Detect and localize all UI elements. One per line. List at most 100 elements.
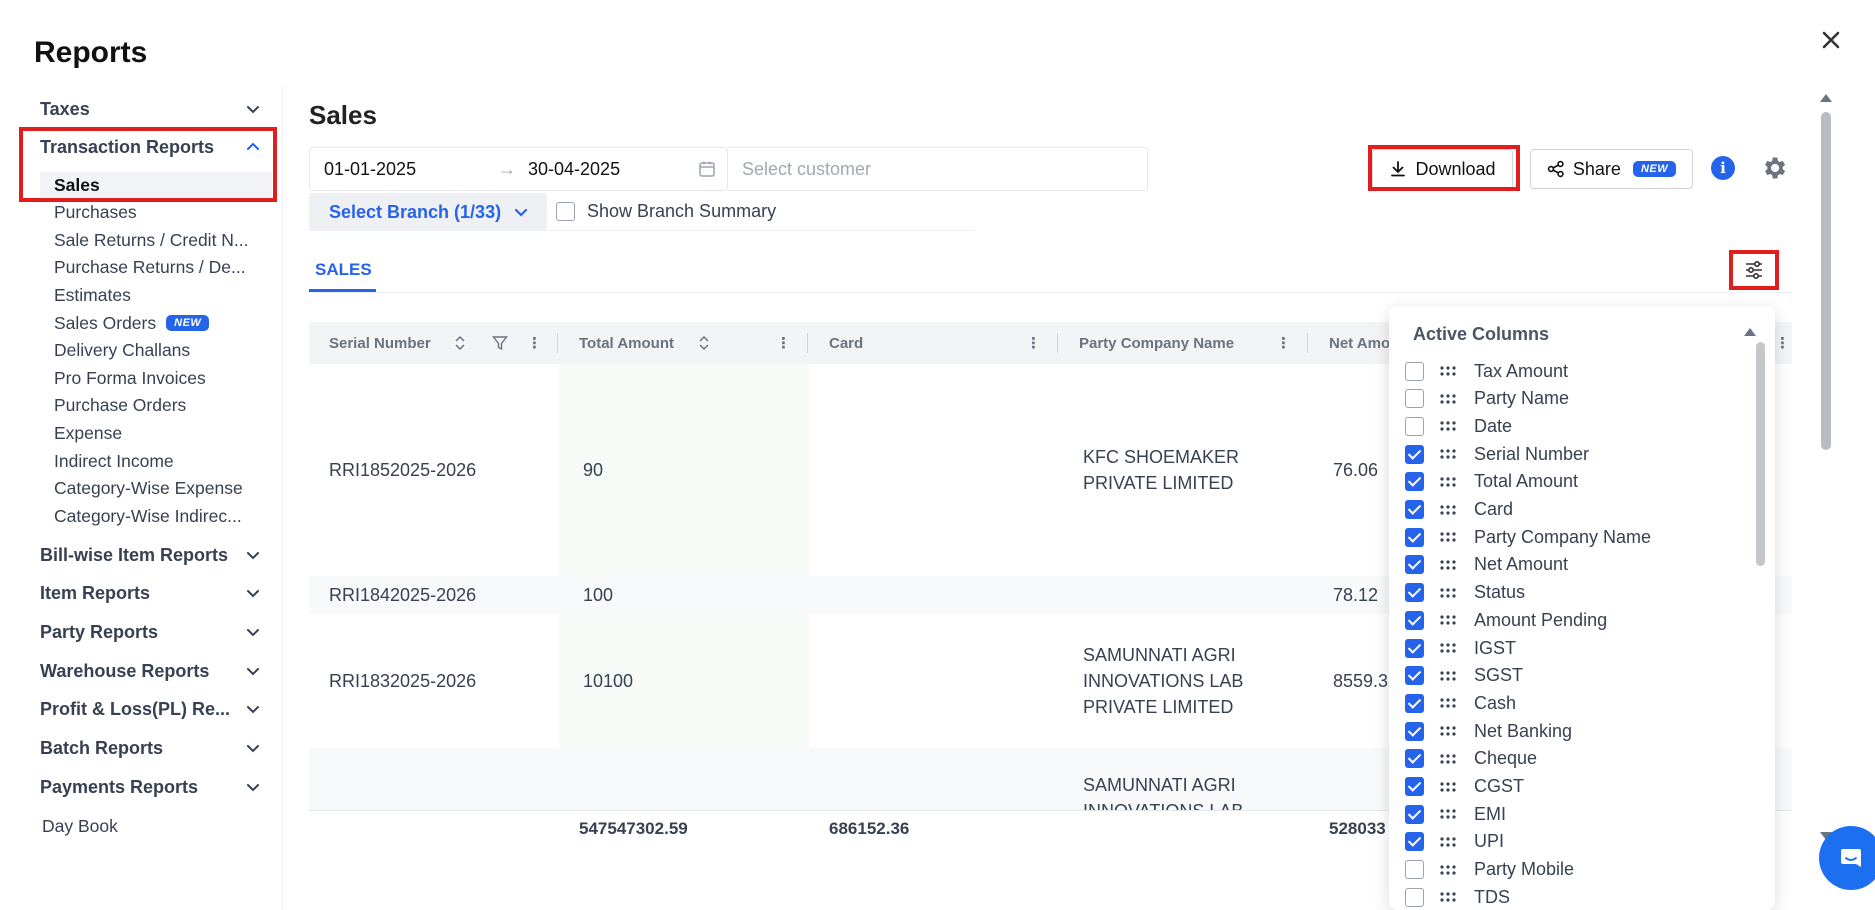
info-icon[interactable]: i	[1711, 156, 1735, 180]
column-checkbox[interactable]	[1405, 610, 1424, 630]
column-option-amount-pending[interactable]: Amount Pending	[1405, 607, 1607, 633]
panel-scrollbar[interactable]	[1756, 342, 1765, 566]
page-scrollbar[interactable]	[1821, 112, 1831, 450]
column-option-party-company-name[interactable]: Party Company Name	[1405, 524, 1651, 550]
sidebar-group-3[interactable]: Item Reports	[40, 578, 260, 608]
drag-handle-icon[interactable]	[1440, 836, 1456, 848]
column-header-net-amount[interactable]: Net Amo	[1329, 322, 1390, 364]
sidebar-item-purchase-returns-de[interactable]: Purchase Returns / De...	[54, 255, 246, 281]
column-option-tds[interactable]: TDS	[1405, 884, 1510, 910]
column-menu-icon[interactable]: ⋮	[776, 322, 791, 364]
column-header-serial-number[interactable]: Serial Number	[329, 322, 431, 364]
filter-icon[interactable]	[492, 335, 508, 351]
sidebar-group-7[interactable]: Batch Reports	[40, 733, 260, 763]
date-range-picker[interactable]: 01-01-2025 → 30-04-2025	[309, 147, 728, 191]
drag-handle-icon[interactable]	[1440, 393, 1456, 405]
date-to[interactable]: 30-04-2025	[528, 159, 620, 180]
branch-select-button[interactable]: Select Branch (1/33)	[309, 193, 547, 231]
column-checkbox[interactable]	[1405, 555, 1424, 575]
sidebar-item-sales[interactable]: Sales	[40, 172, 272, 198]
download-button[interactable]: Download	[1372, 149, 1513, 189]
sidebar-item-expense[interactable]: Expense	[54, 420, 122, 446]
sidebar-item-day-book[interactable]: Day Book	[42, 813, 118, 839]
column-checkbox[interactable]	[1405, 389, 1424, 409]
sidebar-item-category-wise-expense[interactable]: Category-Wise Expense	[54, 476, 243, 502]
share-button[interactable]: Share NEW	[1530, 149, 1693, 189]
column-option-card[interactable]: Card	[1405, 497, 1513, 523]
column-option-emi[interactable]: EMI	[1405, 801, 1506, 827]
sidebar-group-5[interactable]: Warehouse Reports	[40, 656, 260, 686]
page-scroll-up-icon[interactable]	[1820, 94, 1832, 102]
column-checkbox[interactable]	[1405, 777, 1424, 796]
drag-handle-icon[interactable]	[1440, 891, 1456, 903]
column-menu-icon[interactable]: ⋮	[1276, 322, 1291, 364]
sidebar-item-sale-returns-credit-n[interactable]: Sale Returns / Credit N...	[54, 227, 249, 253]
column-checkbox[interactable]	[1405, 500, 1424, 519]
column-option-cash[interactable]: Cash	[1405, 690, 1516, 716]
drag-handle-icon[interactable]	[1440, 725, 1456, 737]
column-option-upi[interactable]: UPI	[1405, 829, 1504, 855]
column-option-total-amount[interactable]: Total Amount	[1405, 469, 1578, 495]
drag-handle-icon[interactable]	[1440, 614, 1456, 626]
drag-handle-icon[interactable]	[1440, 559, 1456, 571]
sidebar-item-delivery-challans[interactable]: Delivery Challans	[54, 338, 190, 364]
column-checkbox[interactable]	[1405, 361, 1424, 381]
drag-handle-icon[interactable]	[1440, 670, 1456, 682]
drag-handle-icon[interactable]	[1440, 753, 1456, 765]
column-checkbox[interactable]	[1405, 527, 1424, 547]
column-option-igst[interactable]: IGST	[1405, 635, 1516, 661]
column-option-party-mobile[interactable]: Party Mobile	[1405, 857, 1574, 883]
column-checkbox[interactable]	[1405, 444, 1424, 464]
column-checkbox[interactable]	[1405, 749, 1424, 769]
column-checkbox[interactable]	[1405, 416, 1424, 436]
drag-handle-icon[interactable]	[1440, 420, 1456, 432]
date-from[interactable]: 01-01-2025	[324, 159, 416, 180]
column-checkbox[interactable]	[1405, 472, 1424, 492]
column-option-cheque[interactable]: Cheque	[1405, 746, 1537, 772]
drag-handle-icon[interactable]	[1440, 864, 1456, 876]
column-checkbox[interactable]	[1405, 721, 1424, 741]
drag-handle-icon[interactable]	[1440, 697, 1456, 709]
column-menu-icon[interactable]: ⋮	[1775, 322, 1790, 364]
sidebar-item-estimates[interactable]: Estimates	[54, 282, 131, 308]
sidebar-item-sales-orders[interactable]: Sales Orders NEW	[54, 310, 210, 336]
drag-handle-icon[interactable]	[1440, 642, 1456, 654]
chat-support-button[interactable]	[1819, 826, 1875, 890]
column-option-net-banking[interactable]: Net Banking	[1405, 718, 1572, 744]
drag-handle-icon[interactable]	[1440, 448, 1456, 460]
column-checkbox[interactable]	[1405, 832, 1424, 852]
calendar-icon[interactable]	[698, 160, 716, 178]
column-checkbox[interactable]	[1405, 638, 1424, 658]
branch-summary-toggle[interactable]: Show Branch Summary	[548, 193, 975, 231]
column-checkbox[interactable]	[1405, 583, 1424, 603]
column-option-party-name[interactable]: Party Name	[1405, 386, 1569, 412]
sidebar-group-4[interactable]: Party Reports	[40, 617, 260, 647]
column-option-tax-amount[interactable]: Tax Amount	[1405, 358, 1568, 384]
close-button[interactable]	[1817, 26, 1845, 54]
column-menu-icon[interactable]: ⋮	[527, 322, 542, 364]
sidebar-group-0[interactable]: Taxes	[40, 94, 260, 124]
drag-handle-icon[interactable]	[1440, 365, 1456, 377]
column-checkbox[interactable]	[1405, 860, 1424, 880]
column-header-card[interactable]: Card	[829, 322, 863, 364]
drag-handle-icon[interactable]	[1440, 808, 1456, 820]
sidebar-group-1[interactable]: Transaction Reports	[40, 132, 260, 162]
drag-handle-icon[interactable]	[1440, 587, 1456, 599]
column-menu-icon[interactable]: ⋮	[1026, 322, 1041, 364]
drag-handle-icon[interactable]	[1440, 504, 1456, 516]
sidebar-item-purchases[interactable]: Purchases	[54, 200, 137, 226]
branch-summary-checkbox[interactable]	[556, 202, 575, 221]
column-option-date[interactable]: Date	[1405, 413, 1512, 439]
gear-icon[interactable]	[1760, 154, 1788, 182]
sidebar-item-category-wise-indirec[interactable]: Category-Wise Indirec...	[54, 503, 242, 529]
column-settings-button[interactable]	[1729, 250, 1779, 290]
column-checkbox[interactable]	[1405, 804, 1424, 824]
panel-scroll-up-icon[interactable]	[1744, 328, 1756, 336]
sidebar-group-2[interactable]: Bill-wise Item Reports	[40, 540, 260, 570]
drag-handle-icon[interactable]	[1440, 476, 1456, 488]
column-option-cgst[interactable]: CGST	[1405, 774, 1524, 800]
sidebar-item-purchase-orders[interactable]: Purchase Orders	[54, 393, 186, 419]
column-checkbox[interactable]	[1405, 666, 1424, 686]
sidebar-item-indirect-income[interactable]: Indirect Income	[54, 448, 174, 474]
sidebar-group-8[interactable]: Payments Reports	[40, 772, 260, 802]
